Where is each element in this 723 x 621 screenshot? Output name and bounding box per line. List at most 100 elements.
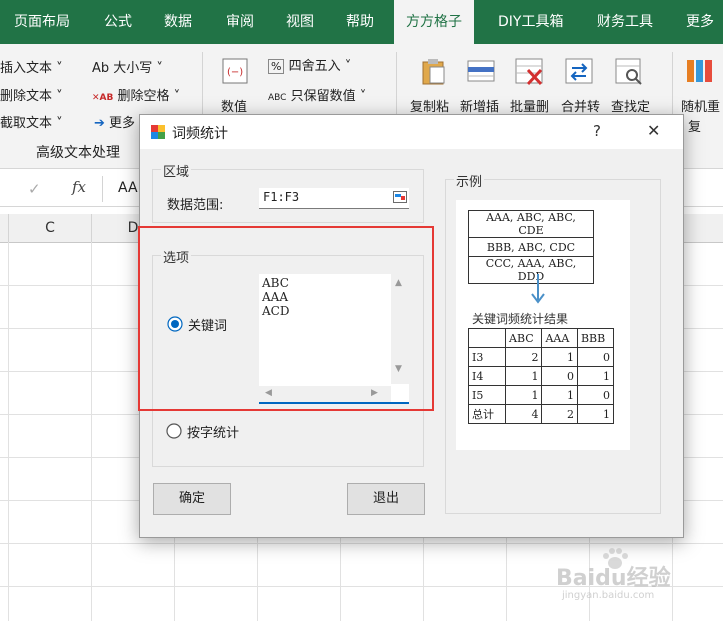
- case-label: Ab 大小写: [92, 61, 153, 76]
- radio-char-label: 按字统计: [187, 426, 240, 441]
- round-button[interactable]: % 四舍五入 ˅: [268, 55, 351, 74]
- help-button[interactable]: ?: [593, 122, 601, 140]
- range-label: 数据范围:: [167, 198, 224, 213]
- formula-input[interactable]: AA: [118, 180, 138, 196]
- insert-rows-icon: [467, 60, 495, 82]
- round-label: 四舍五入: [288, 59, 341, 74]
- batch-delete-icon: [515, 58, 543, 86]
- copy-paste-button[interactable]: 复制粘: [410, 96, 449, 115]
- close-button[interactable]: ✕: [647, 121, 660, 140]
- ribbon-tab-bar: 页面布局 公式 数据 审阅 视图 帮助 方方格子 DIY工具箱 财务工具 更多: [0, 0, 723, 44]
- result-cell: I5: [468, 385, 506, 405]
- result-header-cell: [468, 328, 506, 348]
- merge-convert-button[interactable]: 合并转: [561, 96, 600, 115]
- result-cell: 4: [504, 404, 543, 424]
- result-cell: 1: [504, 385, 543, 405]
- example-image: AAA, ABC, ABC, CDE BBB, ABC, CDC CCC, AA…: [456, 200, 630, 450]
- region-legend: 区域: [161, 161, 192, 180]
- tab-help[interactable]: 帮助: [346, 0, 374, 44]
- keep-value-label: 只保留数值: [290, 89, 356, 104]
- example-source-cell: AAA, ABC, ABC, CDE: [468, 210, 594, 238]
- extract-text-button[interactable]: 截取文本 ˅: [0, 112, 63, 131]
- result-table: ABC AAA BBB I3 2 1 0 I4 1 0 1 I5 1 1 0 总…: [468, 328, 615, 424]
- batch-delete-button[interactable]: 批量删: [510, 96, 549, 115]
- watermark-brand: Baidu经验: [556, 566, 671, 591]
- result-cell: 0: [576, 385, 615, 405]
- baidu-watermark: Baidu经验 jingyan.baidu.com: [556, 548, 716, 608]
- result-cell: 1: [541, 347, 578, 367]
- result-cell: 1: [541, 385, 578, 405]
- merge-convert-icon: [565, 58, 593, 84]
- result-header-cell: BBB: [576, 328, 615, 348]
- down-arrow-icon: [531, 274, 545, 304]
- highlight-box: [138, 226, 434, 411]
- example-source-table: AAA, ABC, ABC, CDE BBB, ABC, CDC CCC, AA…: [468, 210, 594, 284]
- region-group: 区域 数据范围: F1:F3: [152, 161, 424, 223]
- result-cell: 0: [541, 366, 578, 386]
- result-cell: 2: [504, 347, 543, 367]
- result-title: 关键词频统计结果: [472, 312, 569, 326]
- exit-button[interactable]: 退出: [347, 483, 425, 515]
- check-icon[interactable]: ✓: [28, 180, 41, 198]
- app-icon: [151, 125, 165, 139]
- formula-separator: [102, 176, 103, 202]
- case-button[interactable]: Ab 大小写 ˅: [92, 57, 163, 76]
- column-header-c[interactable]: C: [9, 214, 92, 243]
- arrow-right-icon: ➔: [94, 116, 105, 131]
- fx-icon[interactable]: fx: [72, 178, 86, 196]
- ribbon-group-label: 高级文本处理: [36, 145, 120, 161]
- svg-text:(−): (−): [227, 67, 243, 78]
- result-cell: 2: [541, 404, 578, 424]
- remove-space-button[interactable]: ✕AB 删除空格 ˅: [92, 85, 180, 104]
- delete-text-button[interactable]: 删除文本 ˅: [0, 85, 63, 104]
- column-header-partial: [0, 214, 9, 243]
- round-icon: %: [268, 59, 285, 74]
- dialog-title: 词频统计: [172, 126, 228, 142]
- watermark-url: jingyan.baidu.com: [562, 590, 655, 601]
- result-cell: 1: [504, 366, 543, 386]
- result-header-cell: ABC: [504, 328, 543, 348]
- result-cell: 1: [576, 366, 615, 386]
- random-icon: [687, 60, 712, 82]
- tab-diy-tools[interactable]: DIY工具箱: [498, 0, 563, 44]
- keep-value-button[interactable]: ABC 只保留数值 ˅: [268, 85, 366, 104]
- result-cell: I3: [468, 347, 506, 367]
- example-source-cell: BBB, ABC, CDC: [468, 237, 594, 257]
- insert-text-label: 插入文本: [0, 61, 53, 76]
- numeric-button[interactable]: 数值: [221, 96, 247, 115]
- tab-page-layout[interactable]: 页面布局: [14, 0, 70, 44]
- find-locate-button[interactable]: 查找定: [611, 96, 650, 115]
- example-legend: 示例: [454, 171, 485, 190]
- range-input[interactable]: F1:F3: [259, 188, 409, 209]
- clipboard-icon: [422, 59, 445, 85]
- grid-line: [91, 242, 92, 621]
- word-frequency-dialog: 词频统计 ? ✕ 区域 数据范围: F1:F3 选项 关键词 ABC AAA A…: [138, 114, 684, 538]
- find-locate-icon: [615, 58, 642, 85]
- range-picker-icon[interactable]: [393, 191, 407, 203]
- result-cell: 总计: [468, 404, 506, 424]
- tab-data[interactable]: 数据: [164, 0, 192, 44]
- insert-text-button[interactable]: 插入文本 ˅: [0, 57, 63, 76]
- keep-value-icon: ABC: [268, 93, 287, 103]
- grid-line: [0, 543, 723, 544]
- tab-review[interactable]: 审阅: [226, 0, 254, 44]
- remove-space-icon: ✕AB: [92, 93, 114, 103]
- tab-fangfang[interactable]: 方方格子: [394, 0, 474, 44]
- tab-formulas[interactable]: 公式: [104, 0, 132, 44]
- tab-view[interactable]: 视图: [286, 0, 314, 44]
- insert-rows-button[interactable]: 新增插: [460, 96, 499, 115]
- random-button[interactable]: 随机重: [681, 96, 720, 115]
- extract-text-label: 截取文本: [0, 116, 53, 131]
- more-label: 更多: [109, 116, 136, 131]
- more-button[interactable]: ➔ 更多: [94, 112, 135, 131]
- range-input-value: F1:F3: [263, 190, 300, 204]
- dialog-titlebar: 词频统计 ? ✕: [140, 115, 683, 149]
- result-header-cell: AAA: [541, 328, 578, 348]
- numeric-icon: (−): [222, 58, 248, 84]
- tab-more[interactable]: 更多: [686, 0, 714, 44]
- delete-text-label: 删除文本: [0, 89, 53, 104]
- tab-finance-tools[interactable]: 财务工具: [597, 0, 653, 44]
- result-cell: 1: [576, 404, 615, 424]
- ok-button[interactable]: 确定: [153, 483, 231, 515]
- result-cell: 0: [576, 347, 615, 367]
